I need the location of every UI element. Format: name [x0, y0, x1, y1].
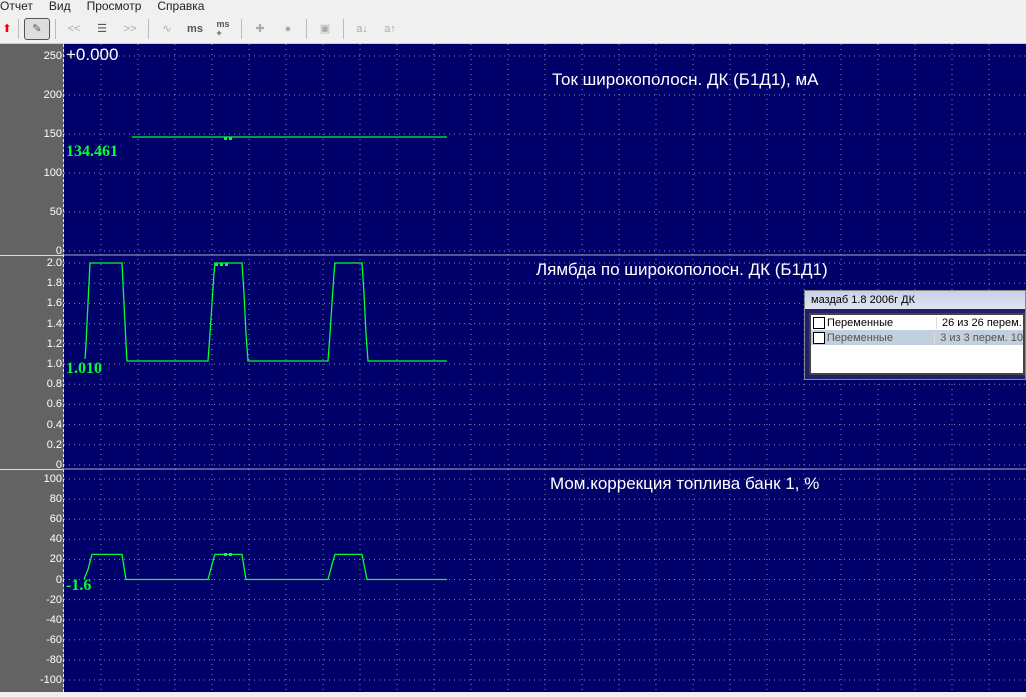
menu-help[interactable]: Справка — [157, 0, 212, 14]
sort-down-button[interactable]: a↓ — [349, 18, 375, 40]
y-tick-label: -20 — [46, 593, 62, 606]
menu-bar: Отчет Вид Просмотр Справка — [0, 0, 1026, 14]
y-tick-label: 250 — [43, 50, 62, 62]
y-tick-label: 60 — [49, 513, 62, 526]
list-icon[interactable]: ☰ — [89, 18, 115, 40]
marker — [224, 137, 227, 140]
y-tick-label: 40 — [49, 533, 62, 546]
y-tick-label: 1.0 — [46, 358, 62, 370]
wave-icon[interactable]: ∿ — [154, 18, 180, 40]
panel-title: Мом.коррекция топлива банк 1, % — [550, 474, 820, 493]
signal-trace — [84, 262, 447, 362]
list-item[interactable]: Переменные 26 из 26 перем. — [811, 315, 1023, 330]
window-title: маздаб 1.8 2006г ДК — [805, 291, 1025, 309]
checkbox[interactable] — [813, 316, 825, 329]
separator — [55, 18, 56, 39]
panel-title: Лямбда по широкополосн. ДК (Б1Д1) — [536, 260, 828, 279]
y-tick-label: 100 — [43, 473, 62, 485]
marker — [229, 553, 232, 556]
sort-up-button[interactable]: a↑ — [377, 18, 403, 40]
axis-divider — [0, 255, 64, 256]
y-tick-label: -60 — [46, 633, 62, 646]
y-tick-label: 20 — [49, 553, 62, 566]
y-tick-label: -40 — [46, 613, 62, 626]
marker — [215, 263, 218, 266]
separator — [148, 18, 149, 39]
separator — [18, 18, 19, 39]
ms-plus-button[interactable]: ms + — [210, 18, 236, 40]
list-item[interactable]: Переменные 3 из 3 перем. 10 — [811, 330, 1023, 345]
save-icon[interactable]: ▣ — [312, 18, 338, 40]
y-tick-label: 1.4 — [46, 317, 62, 330]
marker — [224, 553, 227, 556]
time-cursor[interactable] — [63, 44, 64, 692]
marker — [225, 263, 228, 266]
y-tick-label: 1.8 — [46, 277, 62, 290]
separator — [306, 18, 307, 39]
time-offset: +0.000 — [66, 45, 119, 64]
y-tick-label: 0 — [55, 573, 62, 586]
prev-button[interactable]: << — [61, 18, 87, 40]
marker-icon[interactable]: ✚ — [247, 18, 273, 40]
variables-window[interactable]: маздаб 1.8 2006г ДК Переменные 26 из 26 п… — [804, 290, 1026, 380]
menu-report[interactable]: Отчет — [0, 0, 41, 14]
y-tick-label: -100 — [39, 674, 62, 686]
y-tick-label: 0.8 — [46, 378, 62, 391]
record-icon[interactable]: ● — [275, 18, 301, 40]
panel-value: 134.461 — [66, 143, 118, 160]
next-button[interactable]: >> — [117, 18, 143, 40]
y-tick-label: -80 — [46, 653, 62, 666]
y-tick-label: 1.6 — [46, 297, 62, 310]
menu-view[interactable]: Вид — [49, 0, 79, 14]
panel-title: Ток широкополосн. ДК (Б1Д1), мА — [552, 70, 819, 89]
menu-browse[interactable]: Просмотр — [87, 0, 150, 14]
variables-list: Переменные 26 из 26 перем. Переменные 3 из… — [809, 313, 1025, 375]
signal-trace — [83, 553, 447, 581]
separator — [343, 18, 344, 39]
y-tick-label: 200 — [43, 89, 62, 101]
row-name: Переменные — [827, 331, 936, 344]
y-tick-label: 0.4 — [46, 418, 62, 431]
marker — [229, 137, 232, 140]
row-info: 3 из 3 перем. 10 — [940, 331, 1023, 344]
y-tick-label: 50 — [49, 206, 62, 218]
y-tick-label: 80 — [49, 493, 62, 506]
checkbox[interactable] — [813, 331, 825, 344]
ms-minus-button[interactable]: ms — [182, 18, 208, 40]
y-tick-label: 1.2 — [46, 337, 62, 350]
marker — [220, 263, 223, 266]
panel-value: -1.6 — [66, 577, 92, 594]
up-arrow-icon[interactable]: ⬆ — [1, 18, 13, 40]
y-tick-label: 0.2 — [46, 438, 62, 451]
edit-icon[interactable]: ✎ — [24, 17, 50, 40]
toolbar: ⬆ ✎ << ☰ >> ∿ ms ms + ✚ ● ▣ a↓ a↑ — [0, 14, 1026, 44]
separator — [241, 18, 242, 39]
y-tick-label: 150 — [43, 128, 62, 140]
y-tick-label: 2.0 — [46, 257, 62, 269]
y-tick-label: 100 — [43, 167, 62, 179]
axis-divider — [0, 469, 64, 470]
y-axis: 250 200 150 100 50 0 2.0 1.8 1.6 1.4 1.2 1.0 0.8 0.6 0… — [0, 44, 64, 692]
row-name: Переменные — [827, 316, 937, 329]
row-info: 26 из 26 перем. — [942, 316, 1022, 329]
panel-value: 1.010 — [66, 360, 102, 377]
y-tick-label: 0.6 — [46, 398, 62, 411]
